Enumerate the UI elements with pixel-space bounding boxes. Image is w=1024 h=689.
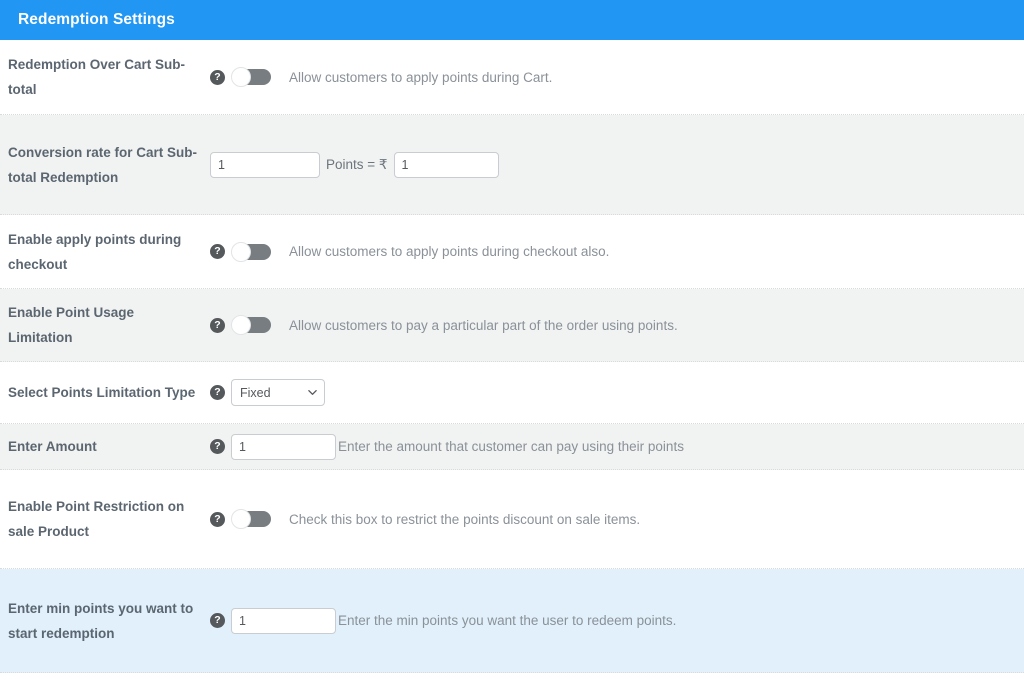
row-label: Redemption Over Cart Sub-total — [8, 57, 186, 97]
row-label: Enter min points you want to start redem… — [8, 600, 194, 641]
toggle-knob — [231, 67, 251, 87]
row-description: Enter the amount that customer can pay u… — [338, 439, 684, 454]
page-title: Redemption Settings — [18, 11, 175, 28]
row-description: Allow customers to apply points during C… — [289, 69, 553, 85]
row-description: Allow customers to pay a particular part… — [289, 317, 678, 333]
points-limitation-type-select[interactable]: Fixed — [231, 379, 325, 406]
row-control: ? Check this box to restrict the points … — [210, 470, 1024, 568]
toggle-knob — [231, 315, 251, 335]
conversion-currency-input[interactable] — [393, 151, 499, 178]
row-label: Enable Point Usage Limitation — [8, 305, 135, 345]
enter-amount-input[interactable] — [231, 433, 336, 460]
row-control: ? Allow customers to apply points during… — [210, 40, 1024, 114]
help-icon[interactable]: ? — [210, 317, 225, 333]
row-label: Enable Point Restriction on sale Product — [8, 499, 185, 539]
row-control: ? Enter the min points you want the user… — [210, 569, 1024, 672]
setting-row-points-limitation-type: Select Points Limitation Type ? Fixed — [0, 362, 1024, 424]
help-icon[interactable]: ? — [210, 385, 225, 400]
row-description: Allow customers to apply points during c… — [289, 244, 610, 259]
setting-row-conversion-rate: Conversion rate for Cart Sub-total Redem… — [0, 115, 1024, 215]
row-description: Check this box to restrict the points di… — [289, 511, 641, 527]
conversion-separator-label: Points = ₹ — [326, 156, 388, 172]
setting-row-redemption-over-cart-subtotal: Redemption Over Cart Sub-total ? Allow c… — [0, 40, 1024, 115]
toggle-knob — [231, 509, 251, 529]
toggle-point-usage-limitation[interactable] — [231, 315, 271, 335]
row-label: Conversion rate for Cart Sub-total Redem… — [8, 144, 198, 185]
row-control: ? Fixed — [210, 362, 1024, 423]
help-icon[interactable]: ? — [210, 244, 225, 259]
setting-row-point-usage-limitation: Enable Point Usage Limitation ? Allow cu… — [0, 289, 1024, 362]
redemption-settings-panel: Redemption Settings Redemption Over Cart… — [0, 0, 1024, 689]
help-icon[interactable]: ? — [210, 613, 225, 628]
row-control: ? Allow customers to pay a particular pa… — [210, 289, 1024, 361]
conversion-points-input[interactable] — [210, 151, 320, 178]
help-icon[interactable]: ? — [210, 69, 225, 85]
toggle-redemption-over-cart-subtotal[interactable] — [231, 67, 271, 87]
help-icon[interactable]: ? — [210, 511, 225, 527]
panel-header: Redemption Settings — [0, 0, 1024, 40]
toggle-point-restriction-sale-product[interactable] — [231, 509, 271, 529]
setting-row-enter-amount: Enter Amount ? Enter the amount that cus… — [0, 424, 1024, 470]
row-label: Select Points Limitation Type — [8, 385, 196, 400]
help-icon[interactable]: ? — [210, 439, 225, 454]
toggle-apply-points-checkout[interactable] — [231, 241, 271, 262]
toggle-knob — [231, 241, 251, 262]
row-description: Enter the min points you want the user t… — [338, 613, 677, 628]
min-points-input[interactable] — [231, 607, 336, 634]
setting-row-min-points-redemption: Enter min points you want to start redem… — [0, 569, 1024, 673]
row-control: ? Enter the amount that customer can pay… — [210, 424, 1024, 469]
setting-row-apply-points-checkout: Enable apply points during checkout ? Al… — [0, 215, 1024, 289]
row-control: Points = ₹ — [210, 115, 1024, 214]
row-control: ? Allow customers to apply points during… — [210, 215, 1024, 288]
setting-row-point-restriction-sale-product: Enable Point Restriction on sale Product… — [0, 470, 1024, 569]
row-label: Enable apply points during checkout — [8, 231, 182, 272]
row-label: Enter Amount — [8, 439, 97, 454]
select-value[interactable]: Fixed — [231, 379, 325, 406]
